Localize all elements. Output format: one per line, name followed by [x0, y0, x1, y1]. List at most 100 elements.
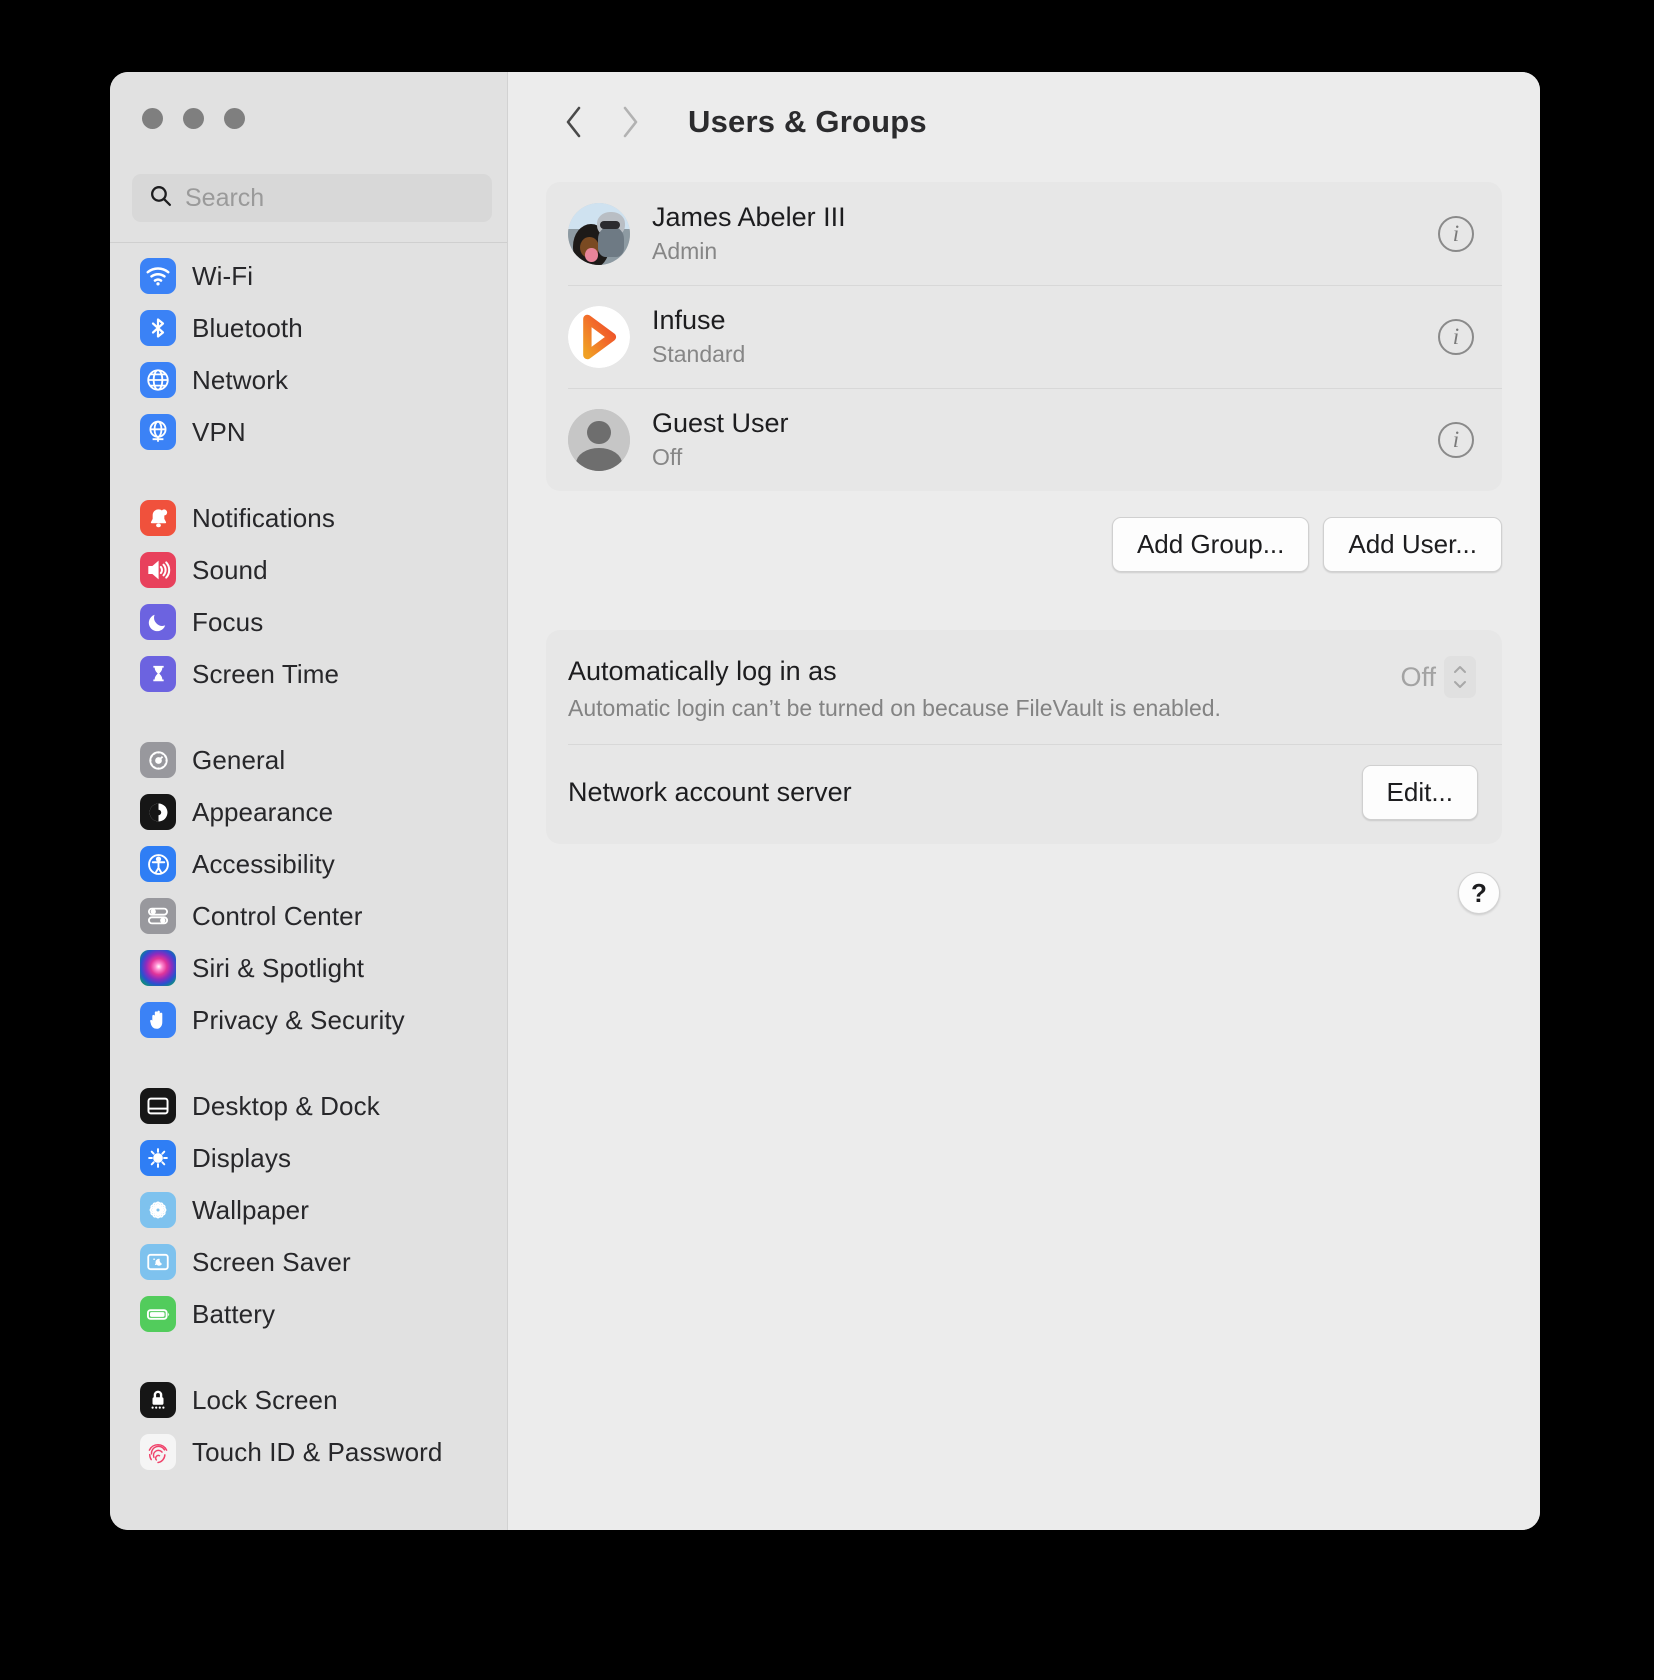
page-title: Users & Groups — [688, 104, 927, 139]
user-row[interactable]: James Abeler III Admin i — [546, 182, 1502, 285]
moon-icon — [140, 604, 176, 640]
titlebar: Users & Groups — [508, 72, 1540, 172]
auto-login-label: Automatically log in as — [568, 656, 837, 686]
sidebar-item-displays[interactable]: Displays — [132, 1132, 507, 1184]
sidebar-item-wi-fi[interactable]: Wi-Fi — [132, 250, 507, 302]
sidebar-item-label: General — [192, 744, 286, 775]
sidebar-item-screen-saver[interactable]: Screen Saver — [132, 1236, 507, 1288]
desktop-dock-icon — [140, 1088, 176, 1124]
auto-login-value: Off — [1400, 661, 1436, 692]
speaker-icon — [140, 552, 176, 588]
gear-icon — [140, 742, 176, 778]
vpn-globe-icon — [140, 414, 176, 450]
sidebar-item-appearance[interactable]: Appearance — [132, 786, 507, 838]
sliders-icon — [140, 898, 176, 934]
sidebar-group: Desktop & Dock Displays Wallpaper Screen Sa… — [132, 1080, 507, 1340]
fingerprint-icon — [140, 1434, 176, 1470]
back-button[interactable] — [546, 94, 602, 150]
sidebar-item-label: Touch ID & Password — [192, 1436, 443, 1467]
accessibility-icon — [140, 846, 176, 882]
user-role: Standard — [652, 340, 746, 367]
user-name: Guest User — [652, 408, 789, 439]
sidebar-item-label: Lock Screen — [192, 1384, 338, 1415]
sidebar-item-accessibility[interactable]: Accessibility — [132, 838, 507, 890]
search-field[interactable] — [132, 174, 492, 222]
sidebar-item-lock-screen[interactable]: Lock Screen — [132, 1374, 507, 1426]
network-account-server-row: Network account server Edit... — [568, 744, 1502, 840]
photo-avatar — [568, 202, 630, 265]
user-info: James Abeler III Admin — [652, 202, 1438, 265]
sidebar-item-sound[interactable]: Sound — [132, 544, 507, 596]
sidebar-item-screen-time[interactable]: Screen Time — [132, 648, 507, 700]
hourglass-icon — [140, 656, 176, 692]
sidebar-divider — [110, 242, 507, 243]
sidebar-nav: Wi-Fi Bluetooth Network VPN Notifications Sou… — [110, 250, 507, 1530]
edit-button[interactable]: Edit... — [1361, 765, 1478, 820]
add-user-button[interactable]: Add User... — [1323, 517, 1502, 572]
person-avatar — [568, 408, 630, 471]
sidebar-group-separator — [132, 1340, 507, 1374]
siri-icon — [140, 950, 176, 986]
add-group-button[interactable]: Add Group... — [1111, 517, 1310, 572]
sidebar-item-wallpaper[interactable]: Wallpaper — [132, 1184, 507, 1236]
user-name: James Abeler III — [652, 202, 846, 233]
brightness-icon — [140, 1140, 176, 1176]
sidebar-item-siri-spotlight[interactable]: Siri & Spotlight — [132, 942, 507, 994]
sidebar-item-label: Screen Saver — [192, 1246, 351, 1277]
sidebar-item-bluetooth[interactable]: Bluetooth — [132, 302, 507, 354]
sidebar-item-network[interactable]: Network — [132, 354, 507, 406]
user-actions: Add Group... Add User... — [508, 517, 1502, 572]
user-row[interactable]: Guest User Off i — [546, 388, 1502, 491]
user-info: Infuse Standard — [652, 305, 1438, 368]
sidebar-item-label: Screen Time — [192, 658, 340, 689]
sidebar-item-desktop-dock[interactable]: Desktop & Dock — [132, 1080, 507, 1132]
sidebar-item-touch-id-password[interactable]: Touch ID & Password — [132, 1426, 507, 1478]
sidebar-group: General Appearance Accessibility Control Ce… — [132, 734, 507, 1046]
info-icon[interactable]: i — [1438, 215, 1474, 252]
user-name: Infuse — [652, 305, 726, 336]
sidebar-item-label: Displays — [192, 1142, 292, 1173]
sidebar-item-notifications[interactable]: Notifications — [132, 492, 507, 544]
sidebar-item-general[interactable]: General — [132, 734, 507, 786]
sidebar-item-vpn[interactable]: VPN — [132, 406, 507, 458]
search-icon — [148, 183, 173, 213]
sidebar-item-focus[interactable]: Focus — [132, 596, 507, 648]
user-row[interactable]: Infuse Standard i — [546, 285, 1502, 388]
sidebar-item-label: Network — [192, 364, 289, 395]
sidebar-item-battery[interactable]: Battery — [132, 1288, 507, 1340]
chevron-left-icon — [566, 106, 581, 138]
contrast-icon — [140, 794, 176, 830]
auto-login-popup[interactable]: Off — [1400, 656, 1476, 698]
forward-button[interactable] — [602, 94, 658, 150]
user-role: Off — [652, 443, 683, 470]
bluetooth-icon — [140, 310, 176, 346]
network-account-server-label: Network account server — [568, 777, 852, 807]
hand-icon — [140, 1002, 176, 1038]
infuse-avatar — [568, 305, 630, 368]
sidebar-group-separator — [132, 1046, 507, 1080]
info-icon[interactable]: i — [1438, 318, 1474, 355]
maximize-button[interactable] — [224, 108, 245, 129]
bell-icon — [140, 500, 176, 536]
sidebar-item-control-center[interactable]: Control Center — [132, 890, 507, 942]
sidebar-item-label: Wallpaper — [192, 1194, 309, 1225]
sidebar-item-privacy-security[interactable]: Privacy & Security — [132, 994, 507, 1046]
minimize-button[interactable] — [183, 108, 204, 129]
sidebar-item-label: Wi-Fi — [192, 260, 254, 291]
sidebar-item-label: Bluetooth — [192, 312, 303, 343]
help-button[interactable]: ? — [1458, 872, 1500, 914]
system-settings-window: Wi-Fi Bluetooth Network VPN Notifications Sou… — [110, 72, 1540, 1530]
users-list-card: James Abeler III Admin i Infuse Standard… — [546, 182, 1502, 491]
info-icon[interactable]: i — [1438, 421, 1474, 458]
window-controls — [142, 108, 245, 129]
search-input[interactable] — [185, 183, 476, 213]
user-info: Guest User Off — [652, 408, 1438, 471]
sidebar-item-label: Focus — [192, 606, 264, 637]
close-button[interactable] — [142, 108, 163, 129]
sidebar-group: Wi-Fi Bluetooth Network VPN — [132, 250, 507, 458]
sidebar-group-separator — [132, 700, 507, 734]
globe-icon — [140, 362, 176, 398]
user-role: Admin — [652, 237, 718, 264]
stepper-chevrons-icon[interactable] — [1444, 656, 1476, 698]
main-pane: Users & Groups James Abeler III Admin i … — [508, 72, 1540, 1530]
